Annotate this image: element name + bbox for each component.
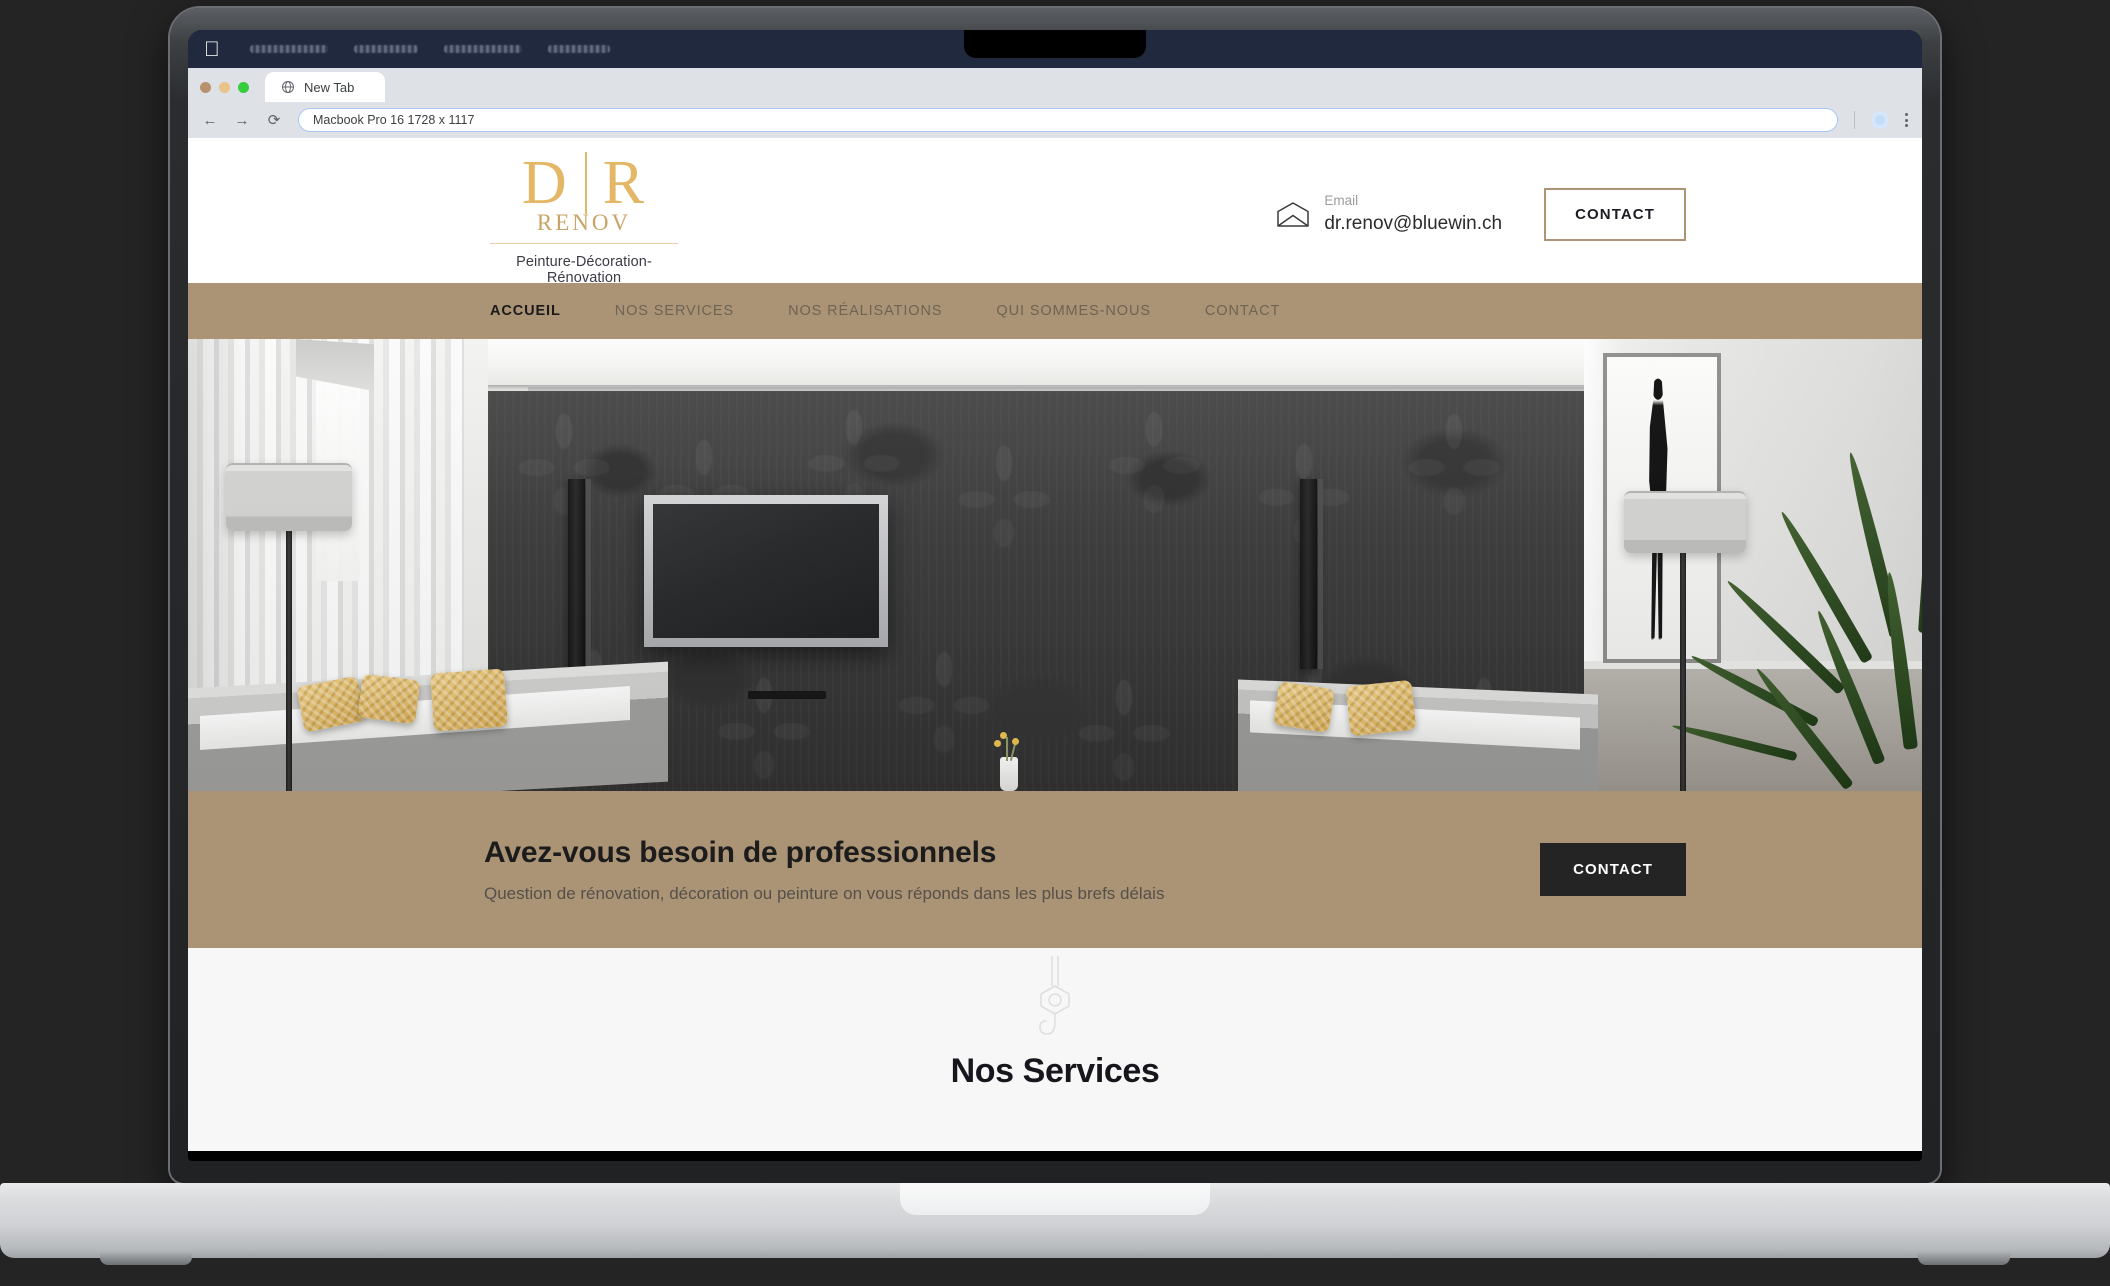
cta-band: Avez-vous besoin de professionnels Quest… bbox=[188, 791, 1922, 948]
reload-icon[interactable]: ⟳ bbox=[266, 113, 282, 128]
menu-bar-item-1[interactable] bbox=[249, 45, 328, 53]
hero-cushion-2 bbox=[357, 673, 421, 725]
hero-flower-1 bbox=[1000, 732, 1007, 739]
nav-item-accueil[interactable]: ACCUEIL bbox=[484, 303, 567, 319]
envelope-icon bbox=[1277, 201, 1310, 227]
profile-avatar-icon[interactable] bbox=[1871, 111, 1889, 129]
hero-speaker-right bbox=[1300, 479, 1323, 669]
logo-rule bbox=[490, 243, 678, 244]
nav-item-nos-realisations[interactable]: NOS RÉALISATIONS bbox=[782, 303, 948, 319]
toolbar-divider bbox=[1854, 111, 1855, 129]
site-logo[interactable]: D R RENOV Peinture-Décoration-Rénovation bbox=[484, 152, 684, 286]
hero-cushion-3 bbox=[430, 668, 508, 732]
browser-chrome: New Tab ← → ⟳ Macbook Pro 16 1728 x 1117 bbox=[188, 68, 1922, 138]
hero-lamp-pole-right bbox=[1680, 549, 1686, 791]
hero-tv-screen bbox=[653, 504, 879, 638]
nav-item-contact[interactable]: CONTACT bbox=[1199, 303, 1286, 319]
hero-ceiling-soffit bbox=[488, 339, 1586, 387]
hero-media-console bbox=[748, 691, 826, 699]
cta-text-block: Avez-vous besoin de professionnels Quest… bbox=[484, 836, 1164, 904]
services-section: Nos Services bbox=[188, 948, 1922, 1151]
laptop-foot-right bbox=[1918, 1253, 2010, 1265]
address-bar[interactable]: Macbook Pro 16 1728 x 1117 bbox=[298, 108, 1838, 132]
apple-logo-icon[interactable]:  bbox=[204, 39, 220, 60]
hero-vase bbox=[1000, 757, 1018, 791]
header-contact-area: Email dr.renov@bluewin.ch CONTACT bbox=[1276, 188, 1686, 241]
hero-flower-3 bbox=[994, 740, 1001, 747]
logo-letter-left: D bbox=[521, 149, 569, 217]
browser-tabstrip: New Tab bbox=[188, 68, 1922, 102]
maximize-button[interactable] bbox=[238, 82, 249, 93]
hero-speaker-left bbox=[568, 479, 591, 669]
cta-contact-button[interactable]: CONTACT bbox=[1540, 843, 1686, 896]
hero-cushion-5 bbox=[1345, 679, 1417, 737]
nav-item-nos-services[interactable]: NOS SERVICES bbox=[609, 303, 740, 319]
cta-title: Avez-vous besoin de professionnels bbox=[484, 835, 997, 869]
hero-flower-2 bbox=[1012, 738, 1019, 745]
header-contact-button[interactable]: CONTACT bbox=[1544, 188, 1686, 241]
logo-monogram: D R bbox=[484, 152, 684, 214]
services-title: Nos Services bbox=[950, 1052, 1160, 1090]
email-label: Email bbox=[1324, 193, 1359, 209]
minimize-button[interactable] bbox=[219, 82, 230, 93]
cta-subtitle: Question de rénovation, décoration ou pe… bbox=[484, 883, 1165, 903]
logo-name: RENOV bbox=[536, 210, 632, 235]
display-notch bbox=[964, 30, 1146, 58]
hero-stem-1 bbox=[1006, 737, 1008, 761]
logo-divider-bar bbox=[584, 152, 587, 214]
laptop-base bbox=[0, 1183, 2110, 1265]
logo-letter-right: R bbox=[602, 149, 647, 217]
address-bar-text: Macbook Pro 16 1728 x 1117 bbox=[313, 113, 475, 127]
menu-bar-item-3[interactable] bbox=[443, 45, 522, 53]
nav-item-qui-sommes-nous[interactable]: QUI SOMMES-NOUS bbox=[990, 303, 1156, 319]
laptop-foot-left bbox=[100, 1253, 192, 1265]
hero-television bbox=[644, 495, 888, 647]
browser-toolbar: ← → ⟳ Macbook Pro 16 1728 x 1117 bbox=[188, 102, 1922, 138]
site-header: D R RENOV Peinture-Décoration-Rénovation bbox=[188, 138, 1922, 286]
window-traffic-lights bbox=[200, 82, 249, 102]
laptop-screen:  bbox=[188, 30, 1922, 1161]
hero-lamp-shade-left bbox=[226, 463, 352, 531]
back-arrow-icon[interactable]: ← bbox=[202, 113, 218, 128]
menu-bar-item-4[interactable] bbox=[547, 45, 610, 53]
forward-arrow-icon[interactable]: → bbox=[234, 113, 250, 128]
browser-tab[interactable]: New Tab bbox=[265, 72, 385, 102]
close-button[interactable] bbox=[200, 82, 211, 93]
logo-tagline: Peinture-Décoration-Rénovation bbox=[516, 254, 652, 286]
laptop-lid:  bbox=[170, 8, 1940, 1183]
header-email[interactable]: Email dr.renov@bluewin.ch bbox=[1276, 193, 1502, 236]
crane-hook-icon bbox=[1039, 956, 1070, 1035]
hero-lamp-pole-left bbox=[286, 527, 292, 791]
hero-potted-plant bbox=[1671, 422, 1922, 791]
website-viewport: D R RENOV Peinture-Décoration-Rénovation bbox=[188, 138, 1922, 1151]
main-navigation: ACCUEIL NOS SERVICES NOS RÉALISATIONS QU… bbox=[188, 283, 1922, 339]
globe-icon bbox=[282, 81, 294, 93]
menu-bar-item-2[interactable] bbox=[353, 45, 418, 53]
screenshot-stage:  bbox=[0, 0, 2110, 1286]
hero-image bbox=[188, 339, 1922, 791]
kebab-menu-icon[interactable] bbox=[1905, 113, 1908, 127]
hero-lamp-shade-right bbox=[1624, 491, 1746, 553]
email-value: dr.renov@bluewin.ch bbox=[1324, 213, 1503, 235]
hero-cushion-4 bbox=[1272, 680, 1336, 734]
browser-tab-title: New Tab bbox=[304, 79, 355, 95]
